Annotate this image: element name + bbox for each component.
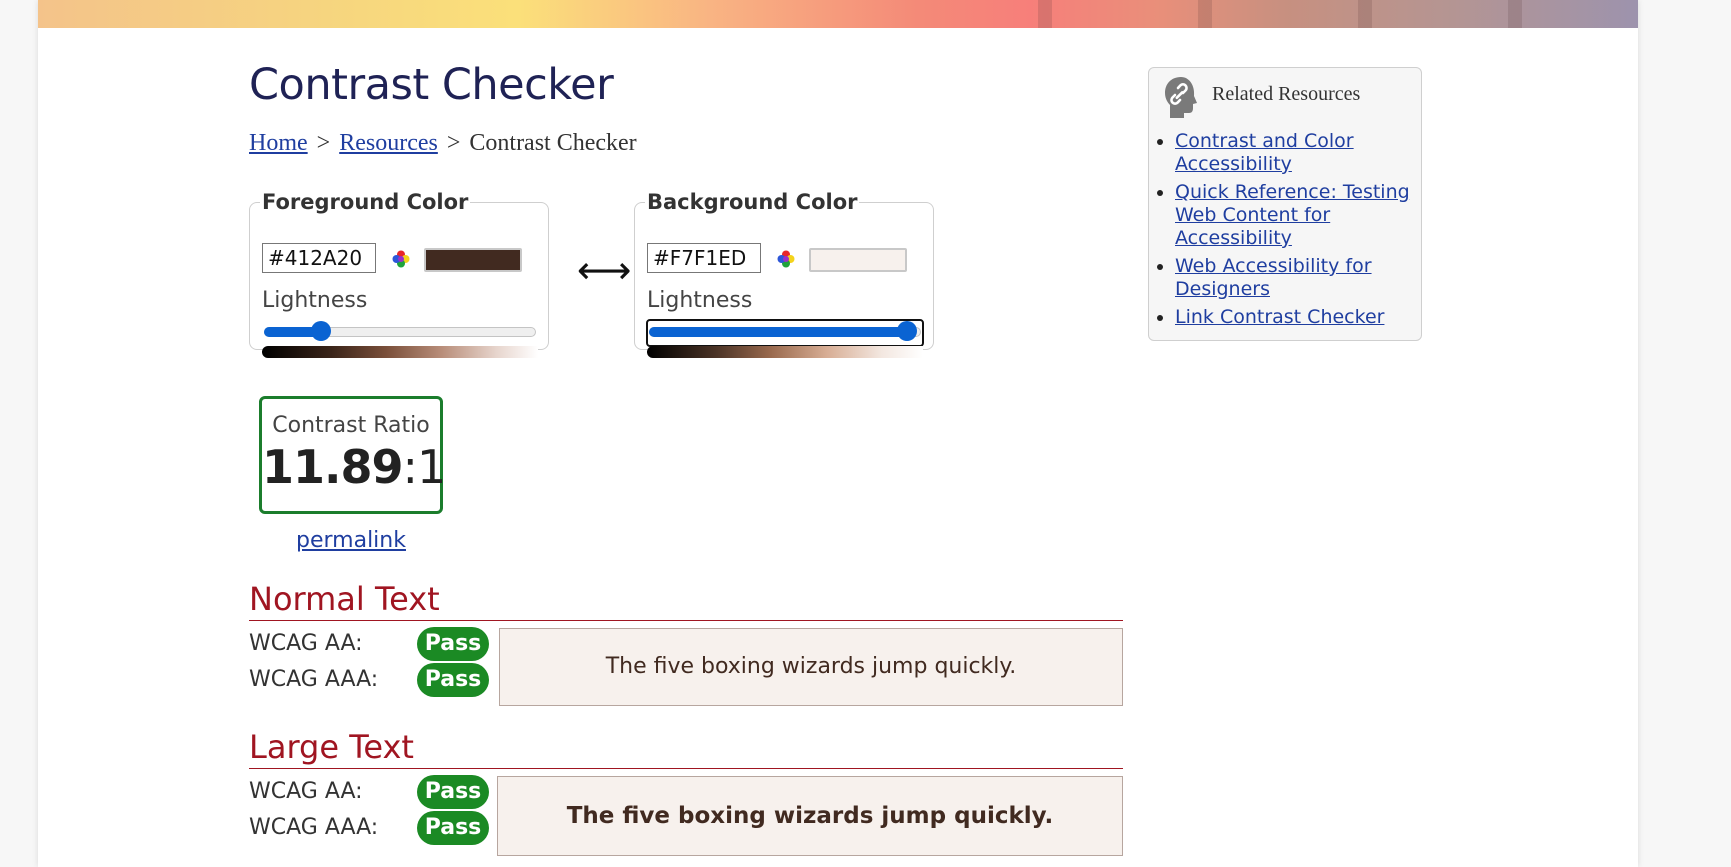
contrast-ratio-number: 11.89 bbox=[262, 440, 404, 494]
header-banner bbox=[38, 0, 1638, 28]
list-item: Quick Reference: Testing Web Content for… bbox=[1175, 181, 1425, 250]
related-link[interactable]: Quick Reference: Testing Web Content for… bbox=[1175, 181, 1410, 249]
breadcrumb-separator: > bbox=[316, 130, 331, 156]
contrast-ratio-value: 11.89:1 bbox=[262, 440, 446, 494]
foreground-lightness-slider[interactable] bbox=[262, 320, 538, 346]
related-resources-panel: Related Resources Contrast and Color Acc… bbox=[1148, 67, 1422, 341]
background-lightness-gradient bbox=[647, 346, 923, 358]
page-title: Contrast Checker bbox=[249, 60, 614, 110]
slider-thumb[interactable] bbox=[311, 321, 332, 341]
foreground-color-group: Foreground Color Lightness bbox=[249, 190, 549, 358]
foreground-color-swatch[interactable] bbox=[424, 248, 522, 272]
foreground-lightness-label: Lightness bbox=[262, 288, 368, 313]
wcag-aaa-label: WCAG AAA: bbox=[249, 815, 379, 840]
breadcrumb-current: Contrast Checker bbox=[469, 130, 637, 156]
status-badge: Pass bbox=[417, 811, 489, 845]
color-picker-icon[interactable] bbox=[392, 250, 410, 268]
related-resources-title: Related Resources bbox=[1212, 83, 1361, 105]
contrast-ratio-suffix: :1 bbox=[402, 440, 447, 494]
related-resources-list: Contrast and Color Accessibility Quick R… bbox=[1149, 130, 1425, 334]
foreground-color-legend: Foreground Color bbox=[262, 190, 469, 214]
slider-thumb[interactable] bbox=[897, 321, 918, 341]
related-link[interactable]: Contrast and Color Accessibility bbox=[1175, 130, 1354, 175]
page: Contrast Checker Home > Resources > Contrast… bbox=[38, 0, 1638, 867]
large-text-heading: Large Text bbox=[249, 728, 1123, 769]
contrast-ratio-box: Contrast Ratio 11.89:1 bbox=[259, 396, 446, 514]
head-link-icon bbox=[1165, 77, 1197, 118]
status-badge: Pass bbox=[417, 627, 489, 661]
list-item: Web Accessibility for Designers bbox=[1175, 255, 1425, 301]
background-lightness-slider[interactable] bbox=[646, 319, 924, 347]
background-lightness-label: Lightness bbox=[647, 288, 753, 313]
list-item: Contrast and Color Accessibility bbox=[1175, 130, 1425, 176]
background-color-swatch[interactable] bbox=[809, 248, 907, 272]
background-color-legend: Background Color bbox=[647, 190, 858, 214]
related-link[interactable]: Link Contrast Checker bbox=[1175, 306, 1384, 328]
wcag-aa-label: WCAG AA: bbox=[249, 631, 363, 656]
related-link[interactable]: Web Accessibility for Designers bbox=[1175, 255, 1372, 300]
swap-colors-icon[interactable]: ⟷ bbox=[577, 248, 631, 292]
breadcrumb-separator: > bbox=[446, 130, 461, 156]
breadcrumb: Home > Resources > Contrast Checker bbox=[249, 130, 637, 157]
normal-text-sample: The five boxing wizards jump quickly. bbox=[499, 628, 1123, 706]
color-picker-icon[interactable] bbox=[777, 250, 795, 268]
large-text-sample: The five boxing wizards jump quickly. bbox=[497, 776, 1123, 856]
foreground-lightness-gradient bbox=[262, 346, 538, 358]
background-hex-input[interactable] bbox=[647, 243, 761, 273]
background-color-group: Background Color Lightness bbox=[634, 190, 934, 358]
foreground-hex-input[interactable] bbox=[262, 243, 376, 273]
status-badge: Pass bbox=[417, 663, 489, 697]
wcag-aa-label: WCAG AA: bbox=[249, 779, 363, 804]
status-badge: Pass bbox=[417, 775, 489, 809]
list-item: Link Contrast Checker bbox=[1175, 306, 1425, 329]
breadcrumb-resources-link[interactable]: Resources bbox=[339, 130, 438, 156]
permalink-link[interactable]: permalink bbox=[249, 528, 453, 553]
breadcrumb-home-link[interactable]: Home bbox=[249, 130, 308, 156]
wcag-aaa-label: WCAG AAA: bbox=[249, 667, 379, 692]
normal-text-heading: Normal Text bbox=[249, 580, 1123, 621]
contrast-ratio-label: Contrast Ratio bbox=[272, 413, 430, 438]
